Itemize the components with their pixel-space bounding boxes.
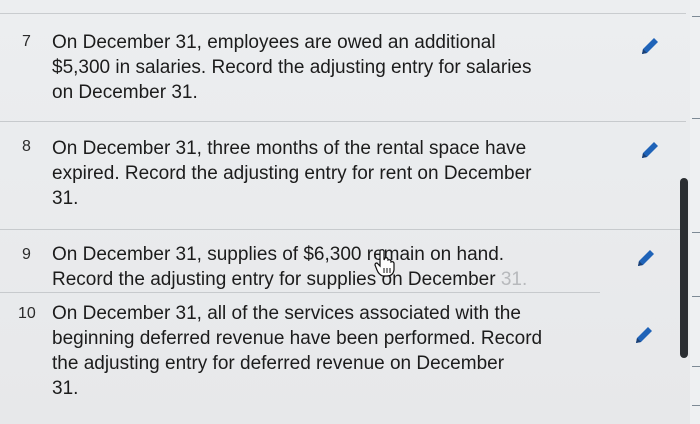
item-description: On December 31, supplies of $6,300 remai…: [52, 242, 612, 292]
pencil-icon[interactable]: [632, 323, 656, 347]
right-panel-edge: [690, 0, 700, 424]
list-item-9[interactable]: 9 On December 31, supplies of $6,300 rem…: [0, 230, 686, 292]
edge-tick: [692, 405, 700, 406]
edge-tick: [692, 16, 700, 17]
edge-tick: [692, 232, 700, 233]
item-number: 10: [18, 305, 36, 322]
list-item-8[interactable]: 8 On December 31, three months of the re…: [0, 122, 686, 228]
vertical-scrollbar[interactable]: [680, 178, 688, 358]
pencil-icon[interactable]: [638, 138, 662, 162]
item-number: 9: [22, 246, 31, 263]
pencil-icon[interactable]: [638, 34, 662, 58]
pencil-icon[interactable]: [634, 246, 658, 270]
edge-tick: [692, 366, 700, 367]
item-description: On December 31, all of the services asso…: [52, 303, 543, 399]
list-item-10[interactable]: 10 On December 31, all of the services a…: [0, 293, 686, 424]
journal-entry-list: 7 On December 31, employees are owed an …: [0, 0, 700, 424]
item-number: 8: [22, 138, 31, 155]
edge-tick: [692, 118, 700, 119]
item-description: On December 31, three months of the rent…: [52, 138, 532, 209]
item-number: 7: [22, 33, 31, 50]
edge-tick: [692, 296, 700, 297]
hand-pointer-icon: [374, 249, 395, 277]
item-description: On December 31, employees are owed an ad…: [52, 32, 532, 103]
list-item-7[interactable]: 7 On December 31, employees are owed an …: [0, 0, 686, 120]
item-description-line2: Record the adjusting entry for supplies …: [52, 269, 528, 290]
